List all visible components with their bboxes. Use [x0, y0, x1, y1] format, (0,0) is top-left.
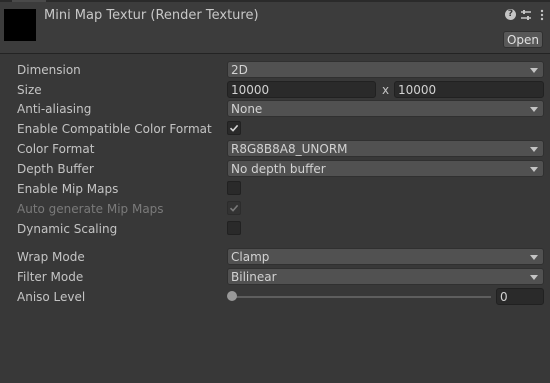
- compatible-format-checkbox[interactable]: [227, 121, 241, 135]
- aniso-level-label: Aniso Level: [17, 290, 86, 304]
- color-format-dropdown[interactable]: R8G8B8A8_UNORM: [227, 140, 544, 157]
- dimension-label: Dimension: [17, 63, 81, 77]
- chevron-down-icon: [530, 107, 538, 112]
- checkmark-icon: [229, 204, 239, 212]
- anti-aliasing-dropdown[interactable]: None: [227, 100, 544, 117]
- depth-buffer-row: Depth Buffer No depth buffer: [0, 159, 550, 179]
- aniso-level-value: 0: [500, 290, 508, 304]
- more-icon[interactable]: [536, 9, 548, 21]
- auto-mip-checkbox: [227, 201, 241, 215]
- aniso-level-field[interactable]: 0: [496, 288, 544, 305]
- texture-thumbnail: [4, 9, 36, 41]
- dimension-value: 2D: [231, 63, 248, 77]
- wrap-mode-label: Wrap Mode: [17, 250, 85, 264]
- checkmark-icon: [229, 124, 239, 132]
- color-format-row: Color Format R8G8B8A8_UNORM: [0, 139, 550, 159]
- wrap-mode-value: Clamp: [231, 250, 270, 264]
- aniso-slider-track[interactable]: [229, 296, 491, 298]
- dynamic-scaling-row: Dynamic Scaling: [0, 219, 550, 239]
- dimension-row: Dimension 2D: [0, 60, 550, 80]
- size-height-field[interactable]: 10000: [394, 81, 544, 98]
- compatible-format-row: Enable Compatible Color Format: [0, 119, 550, 139]
- chevron-down-icon: [530, 255, 538, 260]
- filter-mode-label: Filter Mode: [17, 270, 84, 284]
- mip-maps-row: Enable Mip Maps: [0, 179, 550, 199]
- anti-aliasing-row: Anti-aliasing None: [0, 99, 550, 119]
- mip-maps-label: Enable Mip Maps: [17, 182, 119, 196]
- color-format-value: R8G8B8A8_UNORM: [231, 142, 348, 156]
- aniso-slider-handle[interactable]: [227, 291, 237, 301]
- chevron-down-icon: [530, 147, 538, 152]
- preset-icon[interactable]: [520, 9, 532, 21]
- size-height-value: 10000: [398, 83, 437, 97]
- depth-buffer-dropdown[interactable]: No depth buffer: [227, 160, 544, 177]
- filter-mode-row: Filter Mode Bilinear: [0, 267, 550, 287]
- open-button[interactable]: Open: [503, 31, 543, 48]
- size-separator: x: [382, 83, 390, 97]
- auto-mip-row: Auto generate Mip Maps: [0, 199, 550, 219]
- auto-mip-label: Auto generate Mip Maps: [17, 202, 164, 216]
- size-width-value: 10000: [231, 83, 270, 97]
- size-row: Size 10000 x 10000: [0, 80, 550, 100]
- wrap-mode-dropdown[interactable]: Clamp: [227, 248, 544, 265]
- wrap-mode-row: Wrap Mode Clamp: [0, 247, 550, 267]
- compatible-format-label: Enable Compatible Color Format: [17, 122, 212, 136]
- chevron-down-icon: [530, 275, 538, 280]
- depth-buffer-value: No depth buffer: [231, 162, 326, 176]
- anti-aliasing-value: None: [231, 102, 263, 116]
- dynamic-scaling-label: Dynamic Scaling: [17, 222, 118, 236]
- size-label: Size: [17, 83, 42, 97]
- filter-mode-dropdown[interactable]: Bilinear: [227, 268, 544, 285]
- chevron-down-icon: [530, 68, 538, 73]
- anti-aliasing-label: Anti-aliasing: [17, 102, 92, 116]
- asset-title: Mini Map Textur (Render Texture): [44, 8, 259, 23]
- help-icon[interactable]: ?: [505, 9, 517, 21]
- mip-maps-checkbox[interactable]: [227, 181, 241, 195]
- size-width-field[interactable]: 10000: [227, 81, 376, 98]
- color-format-label: Color Format: [17, 142, 95, 156]
- chevron-down-icon: [530, 167, 538, 172]
- dimension-dropdown[interactable]: 2D: [227, 61, 544, 78]
- filter-mode-value: Bilinear: [231, 270, 277, 284]
- aniso-level-row: Aniso Level 0: [0, 287, 550, 307]
- inspector-header: Mini Map Textur (Render Texture) ? Open: [0, 2, 550, 54]
- dynamic-scaling-checkbox[interactable]: [227, 221, 241, 235]
- depth-buffer-label: Depth Buffer: [17, 162, 94, 176]
